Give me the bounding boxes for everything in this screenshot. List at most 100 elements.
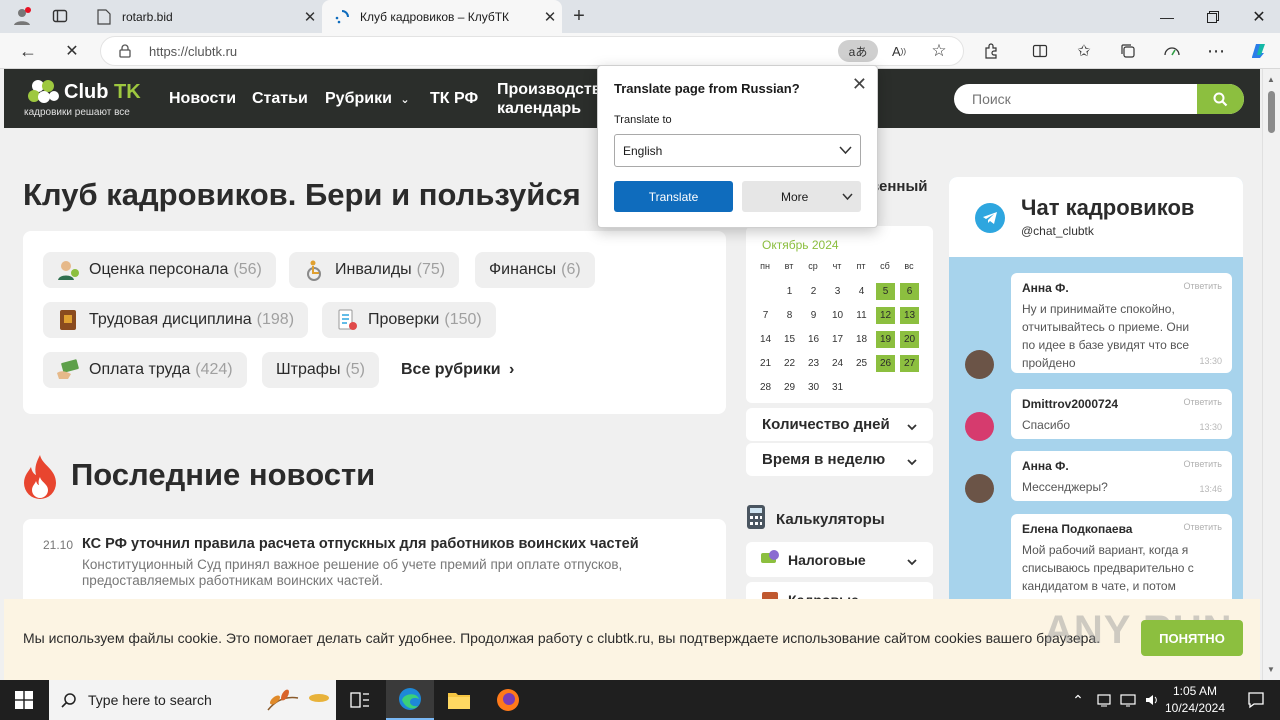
calendar-day[interactable]: 29 [780,379,799,396]
calendar-day[interactable]: 20 [900,331,919,348]
calendar-day[interactable]: 31 [828,379,847,396]
nav-rubrics[interactable]: Рубрики ⌄ [325,90,410,108]
calendar-day[interactable]: 14 [756,331,775,348]
scroll-up-icon[interactable]: ▲ [1267,75,1275,84]
calendar-day[interactable]: 17 [828,331,847,348]
calendar-day[interactable]: 1 [780,283,799,300]
calendar-day[interactable]: 26 [876,355,895,372]
calendar-day[interactable]: 22 [780,355,799,372]
read-aloud-icon[interactable]: A)) [887,39,911,63]
notifications-icon[interactable] [1232,680,1280,720]
calendar-day[interactable]: 18 [852,331,871,348]
calendar-day[interactable]: 8 [780,307,799,324]
close-tab-icon[interactable]: ✕ [538,8,562,26]
calendar-day[interactable]: 16 [804,331,823,348]
restore-icon[interactable] [1190,0,1236,33]
calendar-day[interactable]: 7 [756,307,775,324]
page-scrollbar[interactable]: ▲ ▼ [1262,69,1280,680]
address-bar[interactable]: https://clubtk.ru aあ A)) ☆ [100,36,964,66]
calendar-day[interactable]: 27 [900,355,919,372]
display-tray-icon[interactable] [1116,680,1140,720]
calendar-day[interactable]: 28 [756,379,775,396]
firefox-icon[interactable] [484,680,532,720]
profile-icon[interactable] [10,4,34,28]
taskbar-search[interactable]: Type here to search [49,680,336,720]
calendar-day[interactable]: 13 [900,307,919,324]
translate-icon[interactable]: aあ [838,40,878,62]
file-explorer-icon[interactable] [435,680,483,720]
category-chip[interactable]: Проверки (150) [322,302,496,338]
nav-production-calendar[interactable]: Производств календарь [497,80,602,118]
favorites-icon[interactable]: ✩ [1072,39,1096,63]
copilot-icon[interactable] [1246,39,1270,63]
split-screen-icon[interactable] [1028,39,1052,63]
all-categories-link[interactable]: Все рубрики › [401,361,514,379]
days-count-accordion[interactable]: Количество дней [746,408,933,441]
new-tab-icon[interactable]: + [567,4,591,28]
close-window-icon[interactable]: ✕ [1236,0,1280,33]
calendar-day[interactable]: 11 [852,307,871,324]
calendar-day[interactable]: 21 [756,355,775,372]
calendar-day[interactable]: 25 [852,355,871,372]
taskbar-clock[interactable]: 1:05 AM 10/24/2024 [1160,683,1230,717]
calendar-day[interactable]: 30 [804,379,823,396]
favorite-star-icon[interactable]: ☆ [927,39,951,63]
cookie-accept-button[interactable]: ПОНЯТНО [1141,620,1243,656]
extensions-icon[interactable] [979,39,1003,63]
reply-link[interactable]: Ответить [1184,522,1222,532]
news-title-link[interactable]: КС РФ уточнил правила расчета отпускных … [82,536,639,552]
minimize-icon[interactable]: — [1144,0,1190,33]
scroll-down-icon[interactable]: ▼ [1267,665,1275,674]
more-menu-icon[interactable]: ⋯ [1204,39,1228,63]
nav-news[interactable]: Новости [169,90,236,108]
calendar-day[interactable]: 12 [876,307,895,324]
tax-calculators-accordion[interactable]: Налоговые [746,542,933,577]
nav-tk-rf[interactable]: ТК РФ [430,90,478,108]
chat-header[interactable]: Чат кадровиков @chat_clubtk [949,177,1243,257]
url-text[interactable]: https://clubtk.ru [149,44,237,59]
tab-actions-icon[interactable] [48,4,72,28]
reply-link[interactable]: Ответить [1184,281,1222,291]
site-logo[interactable]: Club TK кадровики решают все [24,77,154,121]
collections-icon[interactable] [1116,39,1140,63]
lock-icon[interactable] [119,44,131,63]
translate-button[interactable]: Translate [614,181,733,212]
scroll-thumb[interactable] [1268,91,1275,133]
calendar-day[interactable]: 10 [828,307,847,324]
tab-rotarb[interactable]: rotarb.bid ✕ [84,0,322,33]
calendar-day[interactable]: 3 [828,283,847,300]
stop-loading-icon[interactable]: ✕ [60,39,84,63]
calendar-day[interactable]: 23 [804,355,823,372]
calendar-day[interactable]: 19 [876,331,895,348]
edge-taskbar-icon[interactable] [386,680,434,720]
nav-articles[interactable]: Статьи [252,90,308,108]
task-view-icon[interactable] [336,680,384,720]
windows-start-icon[interactable] [0,680,48,720]
weekly-time-accordion[interactable]: Время в неделю [746,443,933,476]
category-chip[interactable]: Штрафы (5) [262,352,380,388]
calendar-day[interactable]: 5 [876,283,895,300]
calendar-day[interactable]: 9 [804,307,823,324]
calendar-day[interactable]: 15 [780,331,799,348]
category-chip[interactable]: Инвалиды (75) [289,252,460,288]
calendar-day[interactable]: 6 [900,283,919,300]
category-chip[interactable]: Оценка персонала (56) [43,252,276,288]
search-input[interactable] [954,84,1199,114]
tray-overflow-icon[interactable]: ⌃ [1066,680,1090,720]
reply-link[interactable]: Ответить [1184,397,1222,407]
tab-clubtk[interactable]: Клуб кадровиков – КлубТК ✕ [322,0,562,33]
calendar-day[interactable]: 2 [804,283,823,300]
calendar-day[interactable]: 4 [852,283,871,300]
back-icon[interactable]: ← [16,39,40,63]
category-chip[interactable]: Оплата труда (424) [43,352,247,388]
close-icon[interactable]: ✕ [852,74,867,95]
search-button[interactable] [1197,84,1244,114]
category-chip[interactable]: Трудовая дисциплина (198) [43,302,309,338]
reply-link[interactable]: Ответить [1184,459,1222,469]
calendar-day[interactable]: 24 [828,355,847,372]
category-chip[interactable]: Финансы (6) [475,252,595,288]
close-tab-icon[interactable]: ✕ [298,8,322,26]
performance-icon[interactable] [1160,39,1184,63]
language-select[interactable]: English [614,134,861,167]
network-tray-icon[interactable] [1092,680,1116,720]
